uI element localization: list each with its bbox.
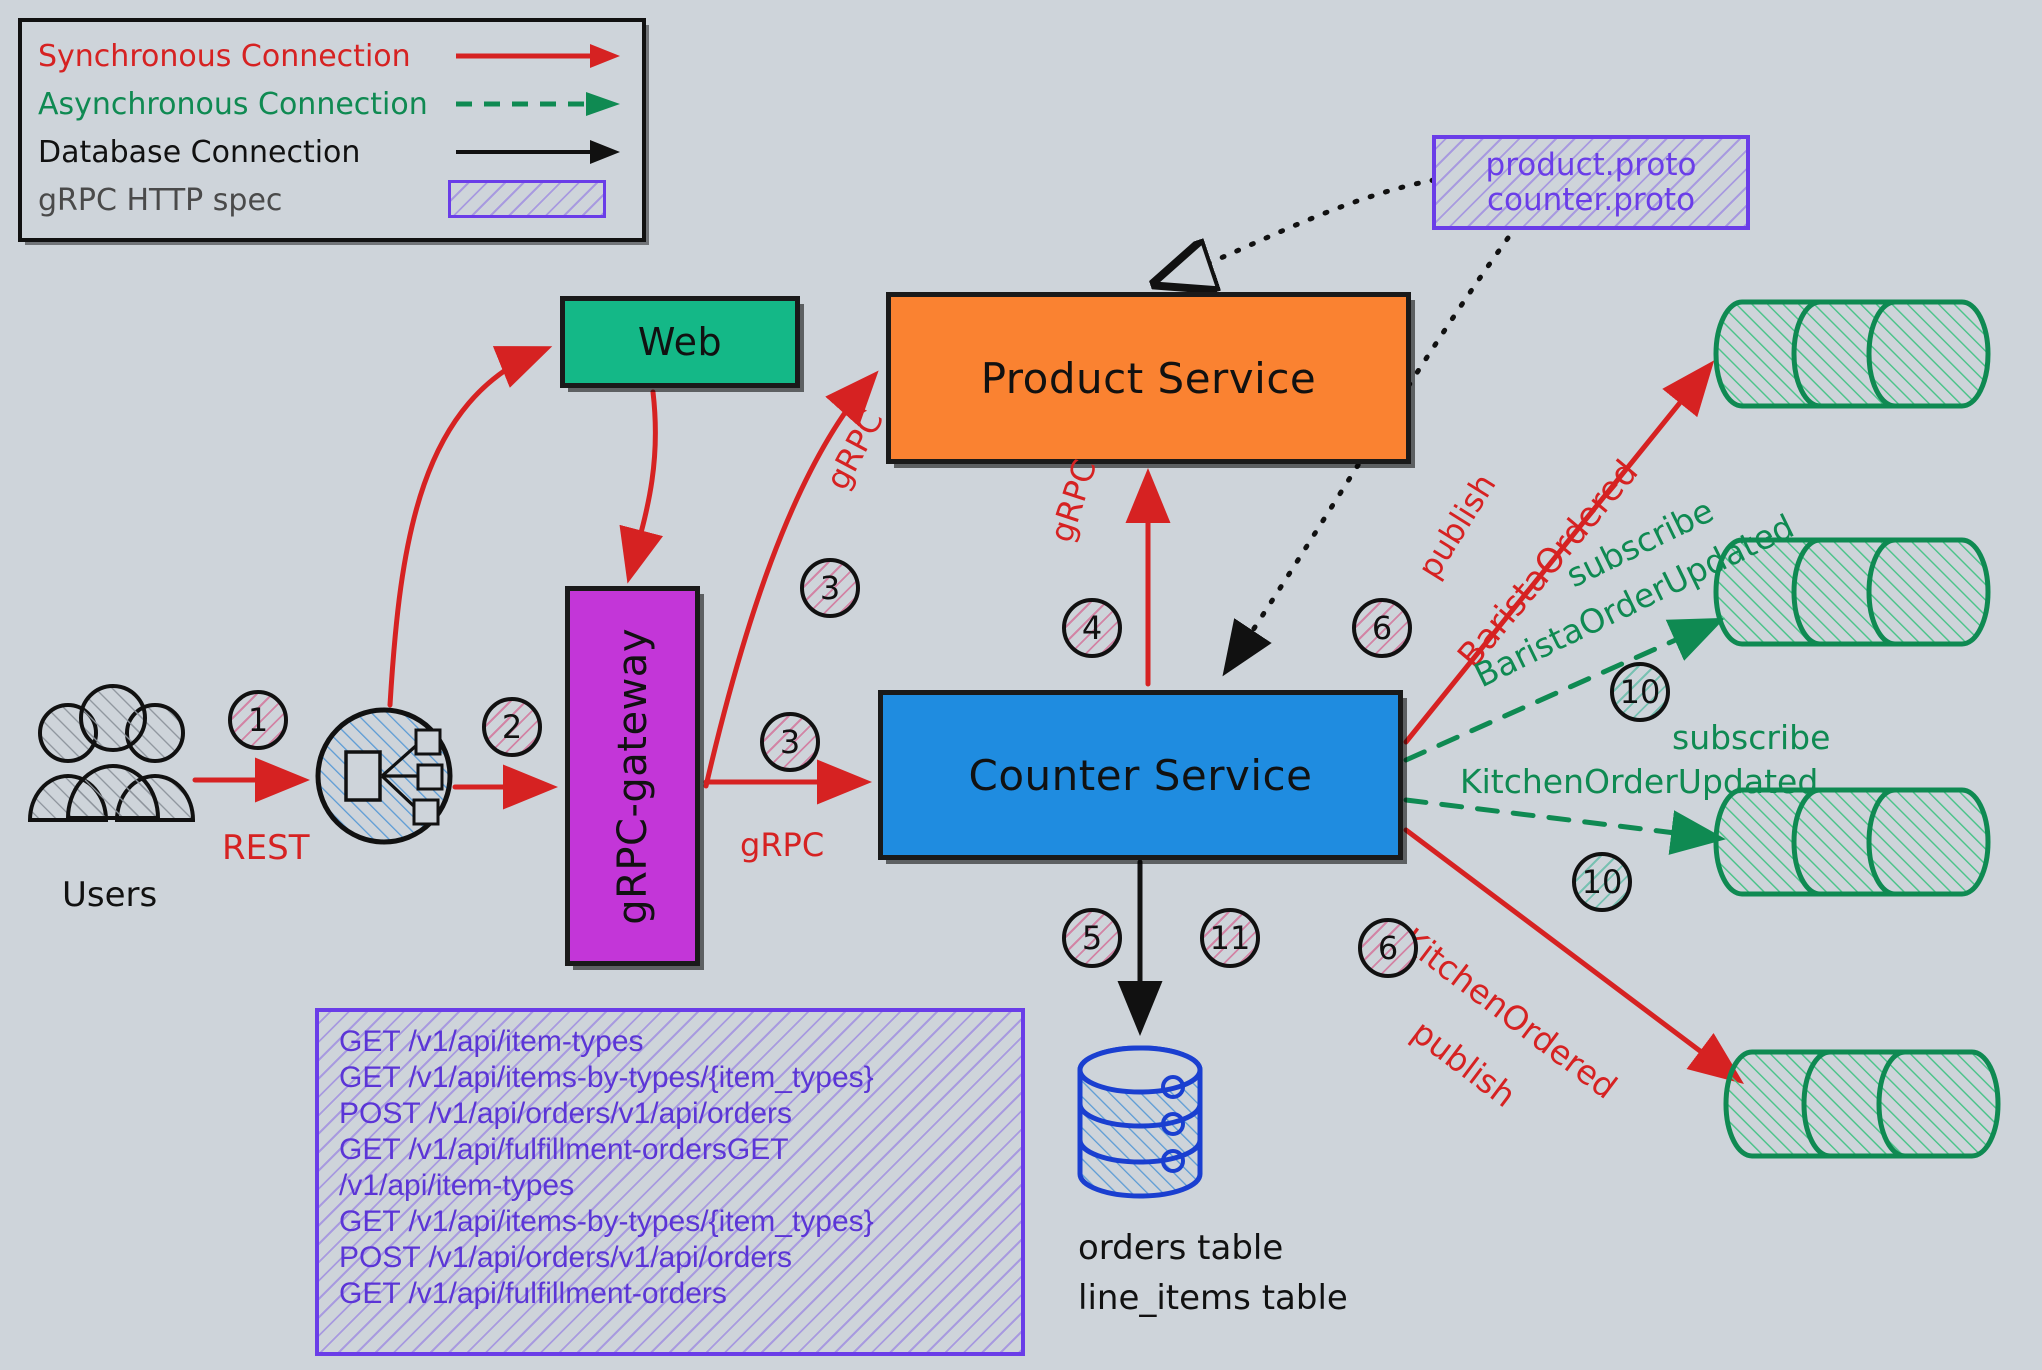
node-product-service[interactable]: Product Service [886, 292, 1411, 464]
node-web-label: Web [637, 320, 723, 364]
label-subscribe-verb-kitchen: subscribe [1672, 718, 1831, 757]
legend-label-synchronous: Synchronous Connection [38, 38, 411, 74]
legend-label-grpc-spec: gRPC HTTP spec [38, 182, 283, 218]
step-badge-5: 5 [1062, 908, 1122, 968]
step-badge-2: 2 [482, 697, 542, 757]
api-spec-line: GET /v1/api/item-types [339, 1025, 644, 1058]
api-spec-line: POST /v1/api/orders/v1/api/orders [339, 1241, 792, 1274]
proto-spec-box: product.proto counter.proto [1432, 135, 1750, 230]
node-counter-service[interactable]: Counter Service [878, 690, 1403, 860]
proto-line-counter: counter.proto [1486, 181, 1696, 218]
legend-item-synchronous: Synchronous Connection [38, 32, 626, 80]
api-spec-line: POST /v1/api/orders/v1/api/orders [339, 1097, 792, 1130]
label-subscribe-event-kitchen: KitchenOrderUpdated [1460, 762, 1819, 801]
step-badge-1: 1 [228, 690, 288, 750]
step-badge-10-kitchen: 10 [1572, 852, 1632, 912]
label-rest: REST [222, 828, 310, 868]
step-badge-3-gateway-product: 3 [800, 558, 860, 618]
api-spec-line: GET /v1/api/fulfillment-orders [339, 1277, 727, 1310]
label-line-items-table: line_items table [1078, 1278, 1348, 1318]
database-icon [1077, 1045, 1203, 1199]
node-grpc-gateway[interactable]: gRPC-gateway [565, 586, 700, 966]
step-badge-4: 4 [1062, 598, 1122, 658]
label-grpc-gateway-counter: gRPC [740, 826, 825, 864]
step-badge-6-kitchen: 6 [1358, 918, 1418, 978]
node-grpc-gateway-label: gRPC-gateway [609, 627, 656, 925]
legend-label-asynchronous: Asynchronous Connection [38, 86, 428, 122]
legend-arrow-asynchronous-icon [448, 84, 626, 124]
label-grpc-counter-product: gRPC [1042, 454, 1105, 547]
legend-item-grpc-spec: gRPC HTTP spec [38, 176, 626, 224]
node-web[interactable]: Web [560, 296, 800, 388]
legend-swatch-grpc-spec-icon [448, 180, 626, 220]
legend-arrow-synchronous-icon [448, 36, 626, 76]
step-badge-10-barista: 10 [1610, 662, 1670, 722]
api-spec-line: GET /v1/api/items-by-types/{item_types} [339, 1061, 874, 1094]
api-spec-line: /v1/api/item-types [339, 1169, 575, 1202]
api-spec-box: GET /v1/api/item-types GET /v1/api/items… [315, 1008, 1025, 1356]
label-orders-table: orders table [1078, 1228, 1284, 1268]
legend-item-asynchronous: Asynchronous Connection [38, 80, 626, 128]
label-users: Users [62, 875, 158, 915]
api-spec-line: GET /v1/api/items-by-types/{item_types} [339, 1205, 874, 1238]
step-badge-6-barista: 6 [1352, 598, 1412, 658]
label-publish-verb-barista: publish [1410, 466, 1504, 586]
legend-label-database: Database Connection [38, 134, 361, 170]
api-spec-line: GET /v1/api/fulfillment-ordersGET [339, 1133, 789, 1166]
node-counter-service-label: Counter Service [968, 750, 1313, 800]
legend-item-database: Database Connection [38, 128, 626, 176]
legend-panel: Synchronous Connection Asynchronous Conn… [18, 18, 646, 242]
api-router-icon [315, 707, 453, 845]
step-badge-3-gateway-counter: 3 [760, 712, 820, 772]
users-icon [27, 684, 196, 822]
step-badge-11: 11 [1200, 908, 1260, 968]
proto-line-product: product.proto [1485, 146, 1697, 183]
node-product-service-label: Product Service [980, 353, 1317, 403]
label-grpc-gateway-product: gRPC [818, 403, 892, 496]
legend-arrow-database-icon [448, 132, 626, 172]
